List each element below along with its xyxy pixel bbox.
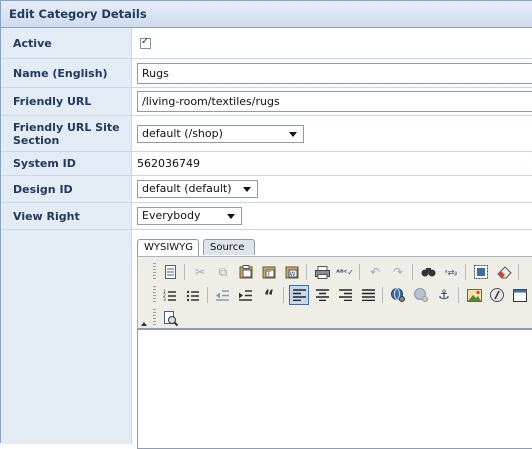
spellcheck-icon[interactable]: ᴬᴮᶜ✓	[335, 262, 355, 282]
row-name: Name (English) Rugs	[1, 59, 532, 88]
row-design-id: Design ID default (default)	[1, 176, 532, 203]
blockquote-icon[interactable]: “	[259, 285, 279, 305]
tab-source[interactable]: Source	[203, 239, 255, 255]
collapse-toolbar-icon[interactable]	[141, 322, 147, 326]
unlink-icon[interactable]	[411, 285, 431, 305]
tab-wysiwyg[interactable]: WYSIWYG	[137, 239, 199, 257]
editor-label	[1, 230, 132, 444]
name-input[interactable]: Rugs	[137, 62, 532, 84]
paste-text-icon[interactable]: T	[259, 262, 279, 282]
toolbar-grip[interactable]	[153, 309, 156, 327]
row-system-id: System ID 562036749	[1, 152, 532, 176]
chevron-down-icon	[289, 131, 297, 137]
design-id-label: Design ID	[1, 176, 132, 202]
view-right-select[interactable]: Everybody	[137, 207, 242, 225]
svg-text:T: T	[266, 271, 271, 278]
print-icon[interactable]	[312, 262, 332, 282]
view-right-value: Everybody	[142, 209, 201, 222]
replace-icon[interactable]: ᵃ⇄ᵦ	[441, 262, 461, 282]
toolbar-row-1: ✂ ⧉ T W ᴬᴮᶜ✓ ↶ ↷ ᵃ⇄ᵦ	[138, 260, 532, 284]
view-right-label: View Right	[1, 203, 132, 229]
align-left-icon[interactable]	[289, 285, 309, 305]
flash-icon[interactable]	[487, 285, 507, 305]
anchor-icon[interactable]: ⚓	[434, 285, 454, 305]
friendly-url-label: Friendly URL	[1, 88, 132, 115]
indent-icon[interactable]	[236, 285, 256, 305]
row-active: Active ✓	[1, 28, 532, 59]
outdent-icon[interactable]	[213, 285, 233, 305]
find-icon[interactable]	[418, 262, 438, 282]
svg-text:W: W	[290, 271, 296, 278]
paste-word-icon[interactable]: W	[282, 262, 302, 282]
cut-icon[interactable]: ✂	[190, 262, 210, 282]
name-label: Name (English)	[1, 59, 132, 87]
system-id-label: System ID	[1, 152, 132, 175]
numbered-list-icon[interactable]: 123	[160, 285, 180, 305]
redo-icon[interactable]: ↷	[388, 262, 408, 282]
undo-icon[interactable]: ↶	[365, 262, 385, 282]
design-id-value: default (default)	[142, 182, 232, 195]
row-site-section: Friendly URL Site Section default (/shop…	[1, 116, 532, 152]
editor-content-area[interactable]	[137, 329, 532, 449]
friendly-url-input[interactable]: /living-room/textiles/rugs	[137, 91, 532, 112]
align-center-icon[interactable]	[312, 285, 332, 305]
active-label: Active	[1, 28, 132, 58]
eraser-icon[interactable]	[494, 262, 514, 282]
toolbar-grip[interactable]	[153, 286, 156, 304]
site-section-label: Friendly URL Site Section	[1, 116, 132, 151]
edit-category-panel: Edit Category Details Active ✓ Name (Eng…	[0, 0, 532, 449]
paste-icon[interactable]	[236, 262, 256, 282]
editor-toolbar: ✂ ⧉ T W ᴬᴮᶜ✓ ↶ ↷ ᵃ⇄ᵦ 1 2 3 “ ⚓	[137, 256, 532, 329]
svg-text:3: 3	[163, 297, 166, 302]
row-view-right: View Right Everybody	[1, 203, 532, 230]
row-friendly-url: Friendly URL /living-room/textiles/rugs	[1, 88, 532, 116]
link-icon[interactable]	[388, 285, 408, 305]
image-icon[interactable]	[464, 285, 484, 305]
row-description-editor: WYSIWYG Source ✂ ⧉ T W ᴬᴮᶜ✓ ↶ ↷ ᵃ⇄ᵦ 1 2 …	[1, 230, 532, 449]
design-id-select[interactable]: default (default)	[137, 180, 258, 198]
chevron-down-icon	[227, 214, 235, 219]
preview-icon[interactable]	[160, 308, 180, 328]
toolbar-row-2: 123 “ ⚓	[138, 283, 532, 307]
copy-icon[interactable]: ⧉	[213, 262, 233, 282]
justify-icon[interactable]	[358, 285, 378, 305]
site-section-value: default (/shop)	[142, 126, 223, 140]
checkmark-icon: ✓	[141, 35, 150, 47]
system-id-value: 562036749	[137, 157, 200, 170]
toolbar-grip[interactable]	[153, 263, 156, 281]
toolbar-row-3	[138, 306, 532, 330]
table-icon[interactable]	[510, 285, 530, 305]
site-section-select[interactable]: default (/shop)	[137, 124, 304, 143]
bulleted-list-icon[interactable]	[183, 285, 203, 305]
active-checkbox[interactable]: ✓	[140, 35, 151, 49]
document-icon[interactable]	[160, 262, 180, 282]
align-right-icon[interactable]	[335, 285, 355, 305]
panel-title: Edit Category Details	[1, 1, 532, 28]
chevron-down-icon	[243, 187, 251, 192]
select-all-icon[interactable]	[471, 262, 491, 282]
